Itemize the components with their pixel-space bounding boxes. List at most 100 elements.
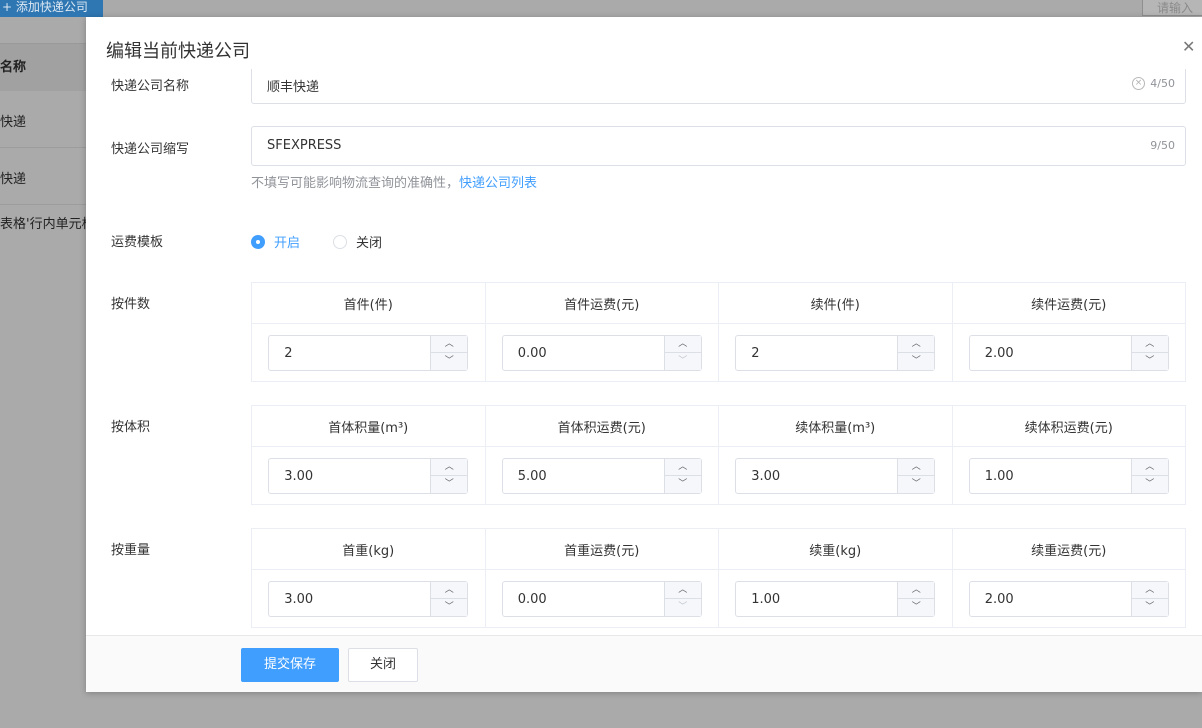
- column-header: 首件运费(元): [484, 282, 719, 324]
- chevron-down-icon[interactable]: ﹀: [431, 476, 467, 493]
- number-value: 0.00: [517, 591, 547, 607]
- table-cell: 0.00 ︿ ﹀: [484, 323, 719, 382]
- column-header: 首体积运费(元): [484, 405, 719, 447]
- chevron-down-icon[interactable]: ﹀: [898, 353, 934, 370]
- radio-dot: [333, 234, 347, 249]
- number-value: 1.00: [751, 591, 781, 607]
- table-cell: 1.00 ︿ ﹀: [951, 446, 1186, 505]
- company-code-hint: 不填写可能影响物流查询的准确性，快递公司列表: [251, 172, 537, 191]
- number-value: 3.00: [751, 468, 781, 484]
- table-cell: 2 ︿ ﹀: [718, 323, 953, 382]
- column-header: 首体积量(m³): [251, 405, 486, 447]
- by-weight-label: 按重量: [111, 543, 151, 558]
- stepper: ︿ ﹀: [430, 335, 468, 370]
- add-company-button[interactable]: + 添加快递公司: [0, 0, 103, 17]
- stepper: ︿ ﹀: [1130, 458, 1168, 493]
- table-cell: 3.00 ︿ ﹀: [718, 446, 953, 505]
- chevron-up-icon[interactable]: ︿: [1131, 582, 1168, 599]
- number-input[interactable]: 2.00 ︿ ﹀: [968, 334, 1169, 371]
- number-input[interactable]: 3.00 ︿ ﹀: [268, 580, 469, 617]
- number-input[interactable]: 1.00 ︿ ﹀: [968, 457, 1169, 494]
- cancel-button[interactable]: 关闭: [348, 648, 418, 682]
- column-header: 续重(kg): [718, 528, 953, 570]
- number-input[interactable]: 2.00 ︿ ﹀: [968, 580, 1169, 617]
- chevron-down-icon[interactable]: ﹀: [898, 599, 934, 616]
- company-name-input[interactable]: 顺丰快递 × 4/50: [251, 69, 1186, 104]
- chevron-up-icon[interactable]: ︿: [664, 459, 701, 476]
- chevron-down-icon[interactable]: ﹀: [1132, 353, 1168, 370]
- table-header-row: 首件(件) 首件运费(元) 续件(件) 续件运费(元): [251, 282, 1186, 324]
- number-value: 2.00: [984, 345, 1014, 361]
- table-row: 快递: [0, 148, 86, 205]
- chevron-up-icon[interactable]: ︿: [431, 336, 468, 353]
- chevron-up-icon[interactable]: ︿: [431, 582, 468, 599]
- column-header: 续件运费(元): [951, 282, 1186, 324]
- column-header: 续重运费(元): [951, 528, 1186, 570]
- chevron-down-icon[interactable]: ﹀: [1132, 476, 1168, 493]
- chevron-up-icon[interactable]: ︿: [664, 336, 701, 353]
- submit-button[interactable]: 提交保存: [241, 648, 339, 682]
- by-volume-table: 首体积量(m³) 首体积运费(元) 续体积量(m³) 续体积运费(元) 3.00…: [251, 405, 1186, 505]
- table-cell: 2.00 ︿ ﹀: [951, 569, 1186, 628]
- chevron-down-icon[interactable]: ﹀: [665, 353, 701, 370]
- by-piece-label: 按件数: [111, 297, 151, 312]
- company-name-label: 快递公司名称: [111, 79, 190, 94]
- stepper: ︿ ﹀: [1130, 581, 1168, 616]
- table-row: 3.00 ︿ ﹀ 0.00 ︿ ﹀ 1.00 ︿ ﹀ 2.00 ︿ ﹀: [251, 569, 1186, 628]
- company-name-count: 4/50: [1150, 77, 1175, 90]
- stepper: ︿ ﹀: [663, 458, 701, 493]
- column-header: 首重(kg): [251, 528, 486, 570]
- stepper: ︿ ﹀: [430, 458, 468, 493]
- chevron-up-icon[interactable]: ︿: [898, 336, 935, 353]
- chevron-down-icon[interactable]: ﹀: [431, 353, 467, 370]
- company-list-link[interactable]: 快递公司列表: [459, 176, 537, 191]
- table-header-name: 名称: [0, 44, 86, 91]
- number-input[interactable]: 2 ︿ ﹀: [268, 334, 469, 371]
- chevron-up-icon[interactable]: ︿: [431, 459, 468, 476]
- company-code-count: 9/50: [1150, 139, 1175, 152]
- table-cell: 3.00 ︿ ﹀: [251, 569, 486, 628]
- number-input[interactable]: 2 ︿ ﹀: [735, 334, 936, 371]
- number-value: 1.00: [984, 468, 1014, 484]
- number-input[interactable]: 0.00 ︿ ﹀: [501, 334, 702, 371]
- by-piece-table: 首件(件) 首件运费(元) 续件(件) 续件运费(元) 2 ︿ ﹀ 0.00 ︿ ﹀ 2…: [251, 282, 1186, 382]
- dialog-footer: 提交保存 关闭: [86, 635, 1202, 692]
- chevron-up-icon[interactable]: ︿: [664, 582, 701, 599]
- radio-enable[interactable]: 开启: [251, 232, 300, 251]
- close-icon[interactable]: ✕: [1182, 39, 1195, 55]
- chevron-down-icon[interactable]: ﹀: [665, 599, 701, 616]
- by-volume-label: 按体积: [111, 420, 151, 435]
- number-input[interactable]: 3.00 ︿ ﹀: [735, 457, 936, 494]
- chevron-up-icon[interactable]: ︿: [1131, 459, 1168, 476]
- search-input[interactable]: 请输入: [1142, 0, 1202, 16]
- table-cell: 5.00 ︿ ﹀: [484, 446, 719, 505]
- number-input[interactable]: 0.00 ︿ ﹀: [501, 580, 702, 617]
- stepper: ︿ ﹀: [897, 458, 935, 493]
- chevron-up-icon[interactable]: ︿: [898, 459, 935, 476]
- company-code-label: 快递公司缩写: [111, 142, 190, 157]
- clear-circle-icon[interactable]: ×: [1132, 77, 1145, 90]
- number-input[interactable]: 1.00 ︿ ﹀: [735, 580, 936, 617]
- column-header: 续体积量(m³): [718, 405, 953, 447]
- table-row: 3.00 ︿ ﹀ 5.00 ︿ ﹀ 3.00 ︿ ﹀ 1.00 ︿ ﹀: [251, 446, 1186, 505]
- stepper: ︿ ﹀: [430, 581, 468, 616]
- by-weight-table: 首重(kg) 首重运费(元) 续重(kg) 续重运费(元) 3.00 ︿ ﹀ 0.0…: [251, 528, 1186, 628]
- number-value: 2: [284, 345, 293, 361]
- table-cell: 快递: [0, 115, 27, 130]
- radio-disable[interactable]: 关闭: [333, 232, 382, 251]
- radio-enable-label: 开启: [274, 236, 301, 251]
- chevron-up-icon[interactable]: ︿: [898, 582, 935, 599]
- number-input[interactable]: 5.00 ︿ ﹀: [501, 457, 702, 494]
- company-name-value: 顺丰快递: [267, 80, 320, 95]
- chevron-down-icon[interactable]: ﹀: [431, 599, 467, 616]
- stepper: ︿ ﹀: [1130, 335, 1168, 370]
- chevron-down-icon[interactable]: ﹀: [1132, 599, 1168, 616]
- chevron-down-icon[interactable]: ﹀: [898, 476, 934, 493]
- table-header-row: 首体积量(m³) 首体积运费(元) 续体积量(m³) 续体积运费(元): [251, 405, 1186, 447]
- stepper: ︿ ﹀: [663, 335, 701, 370]
- chevron-down-icon[interactable]: ﹀: [665, 476, 701, 493]
- table-cell: 2 ︿ ﹀: [251, 323, 486, 382]
- number-input[interactable]: 3.00 ︿ ﹀: [268, 457, 469, 494]
- company-code-input[interactable]: SFEXPRESS 9/50: [251, 126, 1186, 166]
- chevron-up-icon[interactable]: ︿: [1131, 336, 1168, 353]
